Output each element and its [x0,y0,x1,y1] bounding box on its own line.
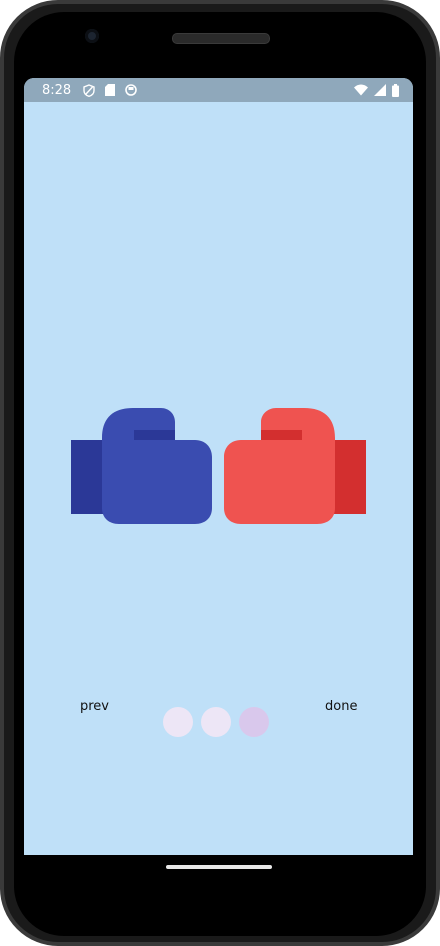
page-dot-3[interactable] [239,707,269,737]
battery-icon [392,83,399,97]
status-bar: 8:28 [24,78,413,102]
front-camera [85,29,99,43]
shield-icon [83,83,95,97]
status-icons-left [83,83,138,97]
left-glove-icon [71,408,212,524]
page-indicator [163,707,269,737]
earpiece-speaker [172,33,270,44]
sd-card-icon [105,84,116,96]
page-dot-2[interactable] [201,707,231,737]
app-screen: 8:28 prev done [24,78,413,855]
right-glove-icon [224,408,366,524]
boxing-gloves-illustration [71,408,366,524]
done-button[interactable]: done [325,699,357,714]
home-indicator[interactable] [166,865,272,869]
prev-button[interactable]: prev [80,699,109,714]
status-icons-right [354,83,399,97]
wifi-icon [354,84,368,96]
cell-signal-icon [374,84,386,96]
page-dot-1[interactable] [163,707,193,737]
status-time: 8:28 [42,82,72,98]
sync-icon [125,84,138,96]
